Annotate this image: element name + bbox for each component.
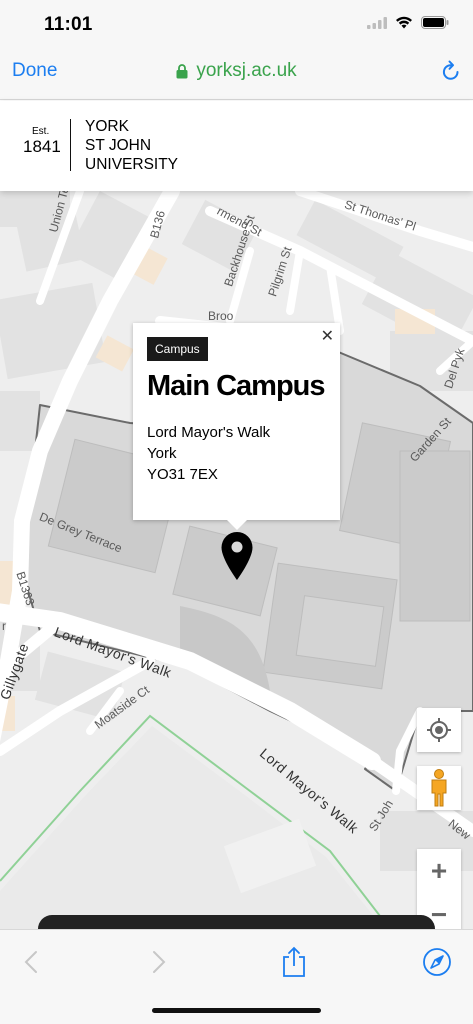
site-header: Est. 1841 YORK ST JOHN UNIVERSITY bbox=[0, 101, 473, 191]
my-location-button[interactable] bbox=[417, 708, 461, 752]
status-time: 11:01 bbox=[44, 14, 93, 35]
status-bar: 11:01 bbox=[0, 0, 473, 48]
logo-name-line: YORK bbox=[85, 118, 129, 135]
address-line: Lord Mayor's Walk bbox=[147, 424, 271, 441]
wifi-icon bbox=[396, 16, 412, 29]
logo-divider bbox=[70, 119, 71, 171]
location-info-popup: ✕ Campus Main Campus Lord Mayor's Walk Y… bbox=[133, 323, 340, 530]
logo-name-line: UNIVERSITY bbox=[85, 156, 179, 173]
status-icons bbox=[367, 16, 449, 29]
logo-name: YORK ST JOHN UNIVERSITY bbox=[85, 117, 178, 174]
location-address: Lord Mayor's Walk York YO31 7EX bbox=[147, 422, 270, 485]
address-line: York bbox=[147, 445, 177, 462]
logo-est: Est. bbox=[32, 126, 50, 137]
close-icon[interactable]: ✕ bbox=[321, 326, 334, 346]
logo-name-line: ST JOHN bbox=[85, 137, 152, 154]
compass-icon bbox=[423, 948, 451, 976]
share-icon bbox=[283, 946, 305, 977]
street-label: Broo bbox=[208, 309, 234, 323]
overlay-banner bbox=[38, 915, 435, 929]
address-line: YO31 7EX bbox=[147, 466, 218, 483]
crosshair-icon bbox=[427, 718, 451, 742]
home-indicator bbox=[152, 1008, 321, 1013]
logo-year: 1841 bbox=[23, 137, 61, 156]
chevron-right-icon bbox=[153, 951, 166, 973]
share-button[interactable] bbox=[278, 944, 310, 980]
pegman-icon bbox=[431, 769, 447, 807]
back-button[interactable] bbox=[16, 944, 46, 980]
campus-map[interactable]: Union Terrace B136 rmend St St Thomas' P… bbox=[0, 191, 473, 929]
popup-pointer bbox=[226, 519, 248, 530]
zoom-in-button[interactable]: + bbox=[417, 849, 461, 893]
street-view-button[interactable] bbox=[417, 766, 461, 810]
street-label: r bbox=[2, 619, 6, 633]
reload-button[interactable] bbox=[441, 60, 461, 87]
battery-icon bbox=[421, 16, 449, 29]
browser-address-bar: Done yorksj.ac.uk bbox=[0, 48, 473, 100]
lock-icon bbox=[176, 63, 188, 78]
url-text: yorksj.ac.uk bbox=[196, 60, 297, 81]
location-pin-icon[interactable] bbox=[220, 531, 254, 581]
location-title: Main Campus bbox=[147, 370, 326, 402]
cellular-signal-icon bbox=[367, 16, 387, 29]
url-field[interactable]: yorksj.ac.uk bbox=[0, 60, 473, 82]
category-badge: Campus bbox=[147, 337, 208, 361]
reload-icon bbox=[442, 60, 459, 80]
zoom-in-label: + bbox=[430, 855, 448, 886]
chevron-left-icon bbox=[24, 951, 37, 973]
open-in-safari-button[interactable] bbox=[420, 944, 454, 980]
forward-button[interactable] bbox=[144, 944, 174, 980]
